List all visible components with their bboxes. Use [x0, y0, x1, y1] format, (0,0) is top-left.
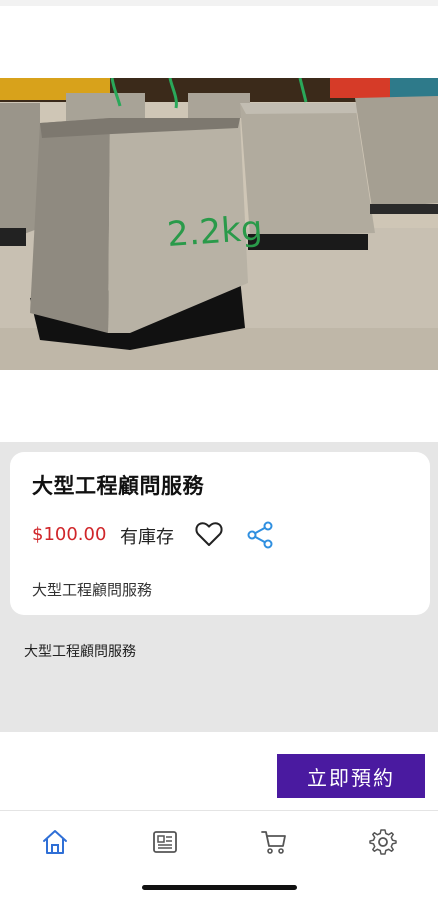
home-indicator	[142, 885, 297, 890]
settings-icon	[369, 829, 397, 855]
product-description: 大型工程顧問服務	[24, 644, 136, 660]
image-weight-marking: 2.2kg	[166, 208, 264, 255]
product-title: 大型工程顧問服務	[32, 474, 204, 498]
status-bar	[0, 0, 438, 6]
nav-settings[interactable]	[368, 827, 398, 857]
card-description: 大型工程顧問服務	[32, 581, 153, 599]
nav-news[interactable]	[150, 827, 180, 857]
nav-cart[interactable]	[259, 827, 289, 857]
product-card: 大型工程顧問服務 $100.00 有庫存 大型工程顧問服務	[10, 452, 430, 615]
home-icon	[43, 830, 67, 854]
news-icon	[153, 831, 177, 853]
product-image: 2.2kg	[0, 78, 438, 370]
book-now-button[interactable]: 立即預約	[277, 754, 425, 798]
stock-status: 有庫存	[120, 527, 174, 548]
cart-icon	[261, 831, 286, 854]
product-price: $100.00	[32, 524, 107, 545]
share-icon[interactable]	[246, 521, 274, 549]
heart-icon[interactable]	[195, 521, 223, 547]
nav-home[interactable]	[40, 827, 70, 857]
